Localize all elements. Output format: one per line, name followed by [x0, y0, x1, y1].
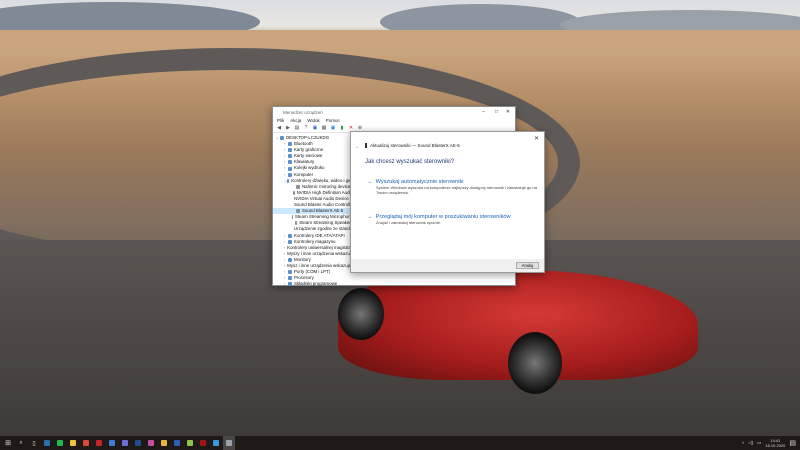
- menu-bar: Plik Akcja Widok Pomoc: [273, 117, 515, 124]
- speaker-icon: [296, 184, 300, 189]
- update-drivers-dialog: ✕ ← Aktualizuj sterowniki — Sound Blaste…: [350, 131, 545, 273]
- speaker-icon: [293, 190, 295, 195]
- maximize-button[interactable]: □: [495, 109, 498, 115]
- chrome-icon: [83, 440, 89, 446]
- dialog-footer: Anuluj: [351, 259, 544, 272]
- notepad-icon: [187, 440, 193, 446]
- taskbar-app-app-purple[interactable]: [119, 436, 131, 450]
- taskbar: ⊞ ⌕ ▯ ^ ◁) ▭ 14:41 15.10.2020 ▤: [0, 436, 800, 450]
- tree-item-label: Składniki programowe: [294, 281, 338, 287]
- taskbar-app-app-red[interactable]: [93, 436, 105, 450]
- cpu-icon: [288, 276, 292, 281]
- device-tree: ⌄ DESKTOP-LC2UKDG › Bluetooth › Karty graficz…: [273, 135, 386, 287]
- app-purple-icon: [122, 440, 128, 446]
- network-icon[interactable]: ▭: [757, 440, 761, 446]
- back-icon[interactable]: ◀: [276, 125, 282, 131]
- port-icon: [288, 270, 292, 275]
- minimize-button[interactable]: –: [482, 109, 485, 115]
- taskbar-app-file-explorer[interactable]: [67, 436, 79, 450]
- photoshop-icon: [135, 440, 141, 446]
- speaker-icon: [286, 178, 290, 183]
- close-icon[interactable]: ✕: [534, 135, 539, 142]
- app-darkred-icon: [200, 440, 206, 446]
- task-view-icon[interactable]: ▯: [28, 436, 40, 450]
- arrow-right-icon: →: [367, 214, 373, 220]
- computer-icon: [288, 172, 292, 177]
- menu-help[interactable]: Pomoc: [326, 118, 340, 123]
- desert: [0, 30, 800, 50]
- title-bar[interactable]: Menedżer urządzeń – □ ✕: [273, 107, 515, 117]
- taskbar-app-device-manager[interactable]: [223, 436, 235, 450]
- window-title: Menedżer urządzeń: [283, 109, 323, 115]
- spotify-icon: [57, 440, 63, 446]
- taskbar-app-photoshop[interactable]: [132, 436, 144, 450]
- view-icon[interactable]: ▦: [321, 125, 327, 131]
- search-automatically-option[interactable]: → Wyszukaj automatycznie sterowniki Syste…: [367, 179, 537, 195]
- forward-icon[interactable]: ▶: [285, 125, 291, 131]
- taskbar-app-app-pink[interactable]: [145, 436, 157, 450]
- keyboard-icon: [288, 160, 292, 165]
- start-button[interactable]: ⊞: [2, 436, 14, 450]
- option-description: Znajdź i zainstaluj sterownik ręcznie.: [376, 220, 441, 225]
- folder-icon: [161, 440, 167, 446]
- taskbar-app-app-darkred[interactable]: [197, 436, 209, 450]
- file-explorer-icon: [70, 440, 76, 446]
- volume-icon[interactable]: ◁): [748, 440, 753, 446]
- enable-icon[interactable]: ▮: [339, 125, 345, 131]
- back-arrow-icon[interactable]: ←: [355, 144, 360, 150]
- car-wheel: [338, 288, 384, 340]
- option-description: System Windows wyszuka na komputerze naj…: [376, 185, 537, 195]
- search-icon[interactable]: ⌕: [15, 436, 27, 450]
- menu-action[interactable]: Akcja: [290, 118, 301, 123]
- taskbar-app-word[interactable]: [171, 436, 183, 450]
- app-pink-icon: [148, 440, 154, 446]
- computer-icon: [280, 136, 284, 141]
- scan-icon[interactable]: ▣: [330, 125, 336, 131]
- menu-view[interactable]: Widok: [307, 118, 320, 123]
- cancel-button[interactable]: Anuluj: [516, 262, 539, 269]
- browse-computer-option[interactable]: → Przeglądaj mój komputer w poszukiwaniu …: [367, 214, 537, 225]
- clock-date: 15.10.2020: [765, 443, 786, 448]
- close-button[interactable]: ✕: [506, 109, 510, 115]
- taskbar-app-notepad[interactable]: [184, 436, 196, 450]
- word-icon: [174, 440, 180, 446]
- app-cyan-icon: [213, 440, 219, 446]
- dialog-header: Aktualizuj sterowniki — Sound BlasterX A…: [370, 143, 460, 148]
- steam-icon: [44, 440, 50, 446]
- taskbar-app-chrome[interactable]: [80, 436, 92, 450]
- dialog-question: Jak chcesz wyszukać sterowniki?: [365, 159, 455, 165]
- device-manager-icon: [226, 440, 232, 446]
- taskbar-app-app-blue[interactable]: [106, 436, 118, 450]
- tree-item[interactable]: › Składniki programowe: [273, 281, 353, 287]
- taskbar-app-app-cyan[interactable]: [210, 436, 222, 450]
- device-icon: [365, 143, 367, 148]
- arrow-right-icon: →: [367, 179, 373, 185]
- controller-icon: [288, 233, 292, 238]
- taskbar-app-folder[interactable]: [158, 436, 170, 450]
- bluetooth-icon: [288, 142, 292, 147]
- component-icon: [288, 282, 292, 287]
- speaker-icon: [294, 221, 298, 226]
- app-blue-icon: [109, 440, 115, 446]
- clock[interactable]: 14:41 15.10.2020: [765, 438, 785, 448]
- properties-icon[interactable]: ▤: [294, 125, 300, 131]
- app-red-icon: [96, 440, 102, 446]
- display-adapter-icon: [288, 148, 292, 153]
- speaker-icon: [296, 209, 300, 214]
- update-driver-icon[interactable]: ▣: [312, 125, 318, 131]
- taskbar-app-spotify[interactable]: [54, 436, 66, 450]
- car-wheel: [508, 332, 562, 394]
- help-icon[interactable]: ?: [303, 125, 309, 131]
- taskbar-app-steam[interactable]: [41, 436, 53, 450]
- pinned-apps: [41, 436, 236, 450]
- network-icon: [288, 154, 292, 159]
- printer-icon: [288, 166, 292, 171]
- menu-file[interactable]: Plik: [277, 118, 284, 123]
- notifications-icon[interactable]: ▤: [789, 439, 796, 447]
- chevron-up-icon[interactable]: ^: [742, 441, 744, 446]
- monitor-icon: [288, 257, 292, 262]
- storage-icon: [288, 239, 292, 244]
- system-tray: ^ ◁) ▭ 14:41 15.10.2020 ▤: [742, 436, 796, 450]
